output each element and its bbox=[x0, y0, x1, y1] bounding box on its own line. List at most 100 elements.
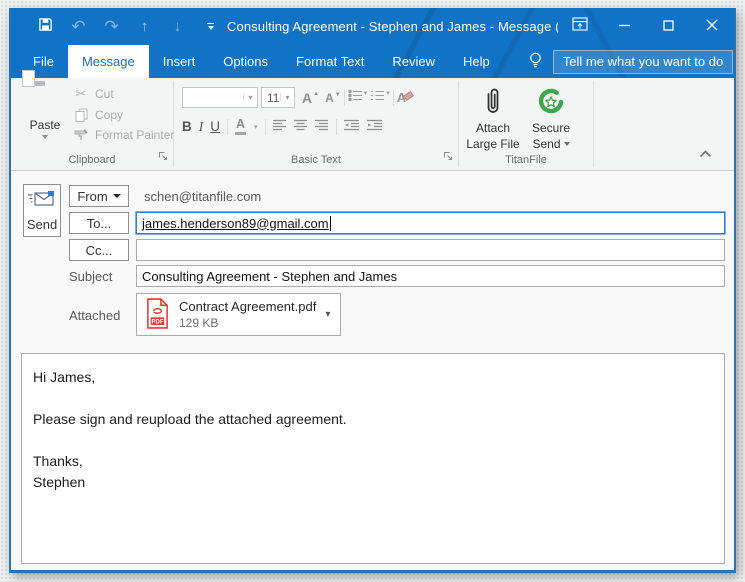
close-icon bbox=[706, 18, 718, 36]
attachment-dropdown-icon[interactable]: ▾ bbox=[325, 309, 332, 320]
format-painter-button[interactable]: Format Painter bbox=[73, 128, 174, 142]
customize-qat-icon bbox=[207, 23, 214, 30]
align-center-button[interactable] bbox=[293, 118, 308, 136]
save-button[interactable] bbox=[29, 13, 62, 41]
ribbon-tab-bar: File Message Insert Options Format Text … bbox=[11, 45, 734, 78]
attachment-size: 129 KB bbox=[179, 316, 219, 331]
maximize-icon bbox=[662, 18, 674, 36]
bullets-dropdown-icon: ▾ bbox=[363, 89, 368, 97]
tab-options[interactable]: Options bbox=[209, 45, 282, 78]
attached-label: Attached bbox=[69, 308, 121, 323]
to-recipient[interactable]: james.henderson89@gmail.com bbox=[142, 216, 329, 231]
subject-field[interactable]: Consulting Agreement - Stephen and James bbox=[136, 265, 725, 287]
format-painter-icon bbox=[73, 128, 89, 142]
tell-me-input[interactable]: Tell me what you want to do bbox=[552, 49, 734, 74]
minimize-button[interactable] bbox=[602, 8, 646, 45]
previous-item-button[interactable]: ↑ bbox=[128, 13, 161, 41]
bullets-button[interactable]: ▾ bbox=[348, 89, 368, 107]
decrease-indent-button[interactable] bbox=[343, 118, 360, 136]
secure-send-button[interactable]: Secure Send bbox=[525, 84, 577, 152]
close-button[interactable] bbox=[690, 8, 734, 45]
maximize-button[interactable] bbox=[646, 8, 690, 45]
clipboard-group-label: Clipboard bbox=[68, 154, 116, 166]
redo-button[interactable]: ↷ bbox=[95, 13, 128, 41]
window-controls bbox=[558, 8, 734, 45]
tab-message[interactable]: Message bbox=[67, 45, 149, 78]
window-chrome: ↶ ↷ ↑ ↓ Consulting Agreement - Stephen a… bbox=[11, 8, 734, 78]
tab-review[interactable]: Review bbox=[378, 45, 449, 78]
body-line: Thanks, bbox=[33, 453, 83, 469]
undo-button[interactable]: ↶ bbox=[62, 13, 95, 41]
increase-indent-button[interactable] bbox=[366, 118, 383, 136]
numbering-icon bbox=[370, 89, 385, 107]
paste-icon bbox=[22, 70, 61, 114]
clipboard-dialog-launcher[interactable] bbox=[158, 148, 168, 166]
shrink-font-button[interactable]: A ▼ bbox=[325, 92, 341, 104]
grow-font-button[interactable]: A ▲ bbox=[302, 91, 319, 105]
numbering-button[interactable]: ▾ bbox=[370, 89, 390, 107]
send-envelope-icon bbox=[28, 190, 56, 210]
font-color-dropdown-icon[interactable]: ▾ bbox=[254, 123, 258, 131]
message-body[interactable]: Hi James, Please sign and reupload the a… bbox=[21, 353, 725, 564]
outlook-message-window: ↶ ↷ ↑ ↓ Consulting Agreement - Stephen a… bbox=[9, 8, 736, 573]
attachment-chip[interactable]: PDF Contract Agreement.pdf 129 KB ▾ bbox=[136, 293, 341, 336]
tab-format-text[interactable]: Format Text bbox=[282, 45, 378, 78]
body-line: Hi James, bbox=[33, 369, 96, 385]
pdf-file-icon: PDF bbox=[145, 297, 170, 332]
customize-qat-button[interactable] bbox=[194, 13, 227, 41]
undo-icon: ↶ bbox=[71, 17, 86, 36]
to-field[interactable]: james.henderson89@gmail.com bbox=[136, 212, 725, 234]
align-left-button[interactable] bbox=[272, 118, 287, 136]
body-line: Please sign and reupload the attached ag… bbox=[33, 411, 347, 427]
up-arrow-icon: ↑ bbox=[140, 18, 149, 35]
tab-help[interactable]: Help bbox=[449, 45, 504, 78]
copy-button[interactable]: Copy bbox=[73, 108, 174, 122]
font-color-button[interactable]: A bbox=[235, 118, 246, 135]
font-name-dropdown-icon: ▾ bbox=[243, 93, 257, 102]
from-button[interactable]: From bbox=[69, 185, 129, 207]
attach-large-file-button[interactable]: Attach Large File bbox=[466, 84, 520, 152]
title-bar: ↶ ↷ ↑ ↓ Consulting Agreement - Stephen a… bbox=[11, 8, 734, 45]
tell-me-search[interactable]: Tell me what you want to do bbox=[528, 45, 734, 78]
italic-button[interactable]: I bbox=[199, 120, 204, 134]
font-name-combobox[interactable]: ▾ bbox=[182, 87, 258, 108]
redo-icon: ↷ bbox=[104, 17, 119, 36]
paste-dropdown-icon[interactable] bbox=[42, 135, 48, 139]
ribbon-display-options-button[interactable] bbox=[558, 8, 602, 45]
cc-button[interactable]: Cc... bbox=[69, 239, 129, 261]
send-button[interactable]: Send bbox=[23, 184, 61, 237]
bold-button[interactable]: B bbox=[182, 120, 192, 134]
cut-button[interactable]: ✂ Cut bbox=[73, 86, 174, 102]
align-right-button[interactable] bbox=[314, 118, 329, 136]
to-button[interactable]: To... bbox=[69, 212, 129, 234]
underline-button[interactable]: U bbox=[210, 120, 220, 134]
message-compose-area: Send From schen@titanfile.com To... jame… bbox=[11, 171, 734, 570]
clear-formatting-button[interactable]: A bbox=[397, 89, 415, 107]
from-address: schen@titanfile.com bbox=[144, 189, 262, 204]
quick-access-toolbar: ↶ ↷ ↑ ↓ bbox=[11, 13, 227, 41]
collapse-ribbon-button[interactable] bbox=[699, 145, 712, 163]
desktop-background: ↶ ↷ ↑ ↓ Consulting Agreement - Stephen a… bbox=[0, 0, 745, 582]
scissors-icon: ✂ bbox=[75, 86, 87, 101]
cc-field[interactable] bbox=[136, 239, 725, 261]
font-size-combobox[interactable]: 11 ▾ bbox=[261, 87, 295, 108]
tab-file[interactable]: File bbox=[19, 45, 68, 78]
clipboard-group: Paste ✂ Cut Copy Format Painter Clipboar… bbox=[11, 70, 174, 170]
down-arrow-icon: ↓ bbox=[173, 18, 182, 35]
titanfile-logo-icon bbox=[537, 84, 565, 120]
svg-text:PDF: PDF bbox=[151, 319, 163, 325]
next-item-button[interactable]: ↓ bbox=[161, 13, 194, 41]
lightbulb-icon bbox=[528, 51, 543, 73]
font-size-dropdown-icon: ▾ bbox=[280, 93, 294, 102]
secure-send-dropdown-icon[interactable] bbox=[563, 142, 570, 147]
minimize-icon bbox=[618, 18, 630, 36]
titanfile-group: Attach Large File Secure Send TitanFile bbox=[459, 78, 593, 170]
tab-insert[interactable]: Insert bbox=[149, 45, 210, 78]
paste-button[interactable]: Paste bbox=[21, 70, 69, 139]
basic-text-dialog-launcher[interactable] bbox=[443, 148, 453, 166]
attachment-name: Contract Agreement.pdf bbox=[179, 298, 317, 314]
numbering-dropdown-icon: ▾ bbox=[386, 89, 390, 97]
ribbon-display-options-icon bbox=[572, 17, 588, 36]
from-dropdown-icon bbox=[112, 194, 121, 198]
text-cursor bbox=[329, 215, 331, 231]
